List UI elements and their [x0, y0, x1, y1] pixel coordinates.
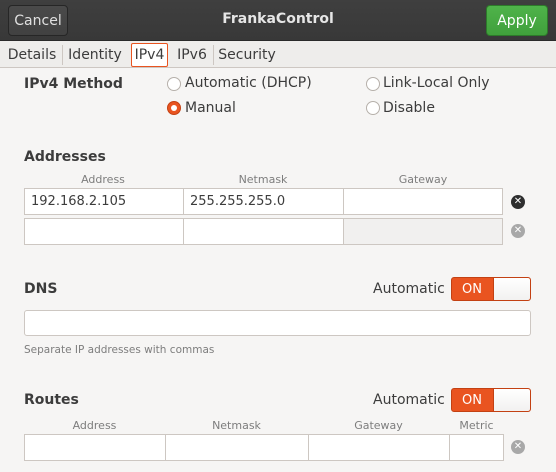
route-address-input[interactable] — [24, 434, 166, 461]
dns-label: DNS — [24, 281, 58, 297]
radio-disable[interactable] — [366, 101, 380, 115]
addresses-col-address: Address — [81, 173, 125, 186]
netmask-input-row2[interactable] — [183, 218, 344, 245]
radio-automatic-dhcp-label[interactable]: Automatic (DHCP) — [185, 75, 312, 91]
radio-manual[interactable] — [167, 101, 181, 115]
tab-identity[interactable]: Identity — [64, 43, 126, 67]
address-input-row1[interactable]: 192.168.2.105 — [24, 188, 184, 215]
routes-label: Routes — [24, 392, 79, 408]
delete-route-row-icon[interactable]: ✕ — [511, 440, 525, 454]
dns-switch-knob — [493, 278, 530, 300]
gateway-input-row1[interactable] — [343, 188, 503, 215]
tab-bar: Details Identity IPv4 IPv6 Security — [0, 41, 556, 68]
routes-col-gateway: Gateway — [354, 419, 403, 432]
apply-button[interactable]: Apply — [486, 5, 548, 36]
addresses-col-gateway: Gateway — [398, 173, 448, 186]
addresses-label: Addresses — [24, 149, 106, 165]
routes-col-netmask: Netmask — [212, 419, 261, 432]
delete-address-row1-icon[interactable]: ✕ — [511, 195, 525, 209]
radio-automatic-dhcp[interactable] — [167, 77, 181, 91]
gateway-input-row2[interactable] — [343, 218, 503, 245]
route-metric-input[interactable] — [449, 434, 504, 461]
delete-address-row2-icon[interactable]: ✕ — [511, 224, 525, 238]
route-gateway-input[interactable] — [308, 434, 450, 461]
routes-switch-knob — [493, 389, 530, 411]
tab-details[interactable]: Details — [4, 43, 60, 67]
radio-link-local-only[interactable] — [366, 77, 380, 91]
window-title: FrankaControl — [222, 11, 334, 27]
tab-separator — [62, 45, 63, 65]
dns-switch-on-text: ON — [462, 282, 482, 297]
routes-switch-on-text: ON — [462, 393, 482, 408]
tab-separator — [213, 45, 214, 65]
addresses-col-netmask: Netmask — [238, 173, 288, 186]
routes-col-address: Address — [72, 419, 117, 432]
header-bar: Cancel FrankaControl Apply — [0, 0, 556, 41]
dns-automatic-label: Automatic — [373, 281, 445, 297]
address-input-row2[interactable] — [24, 218, 184, 245]
routes-automatic-label: Automatic — [373, 392, 445, 408]
routes-col-metric: Metric — [459, 419, 494, 432]
netmask-input-row1[interactable]: 255.255.255.0 — [183, 188, 344, 215]
tab-security[interactable]: Security — [216, 43, 278, 67]
route-netmask-input[interactable] — [165, 434, 309, 461]
radio-link-local-only-label[interactable]: Link-Local Only — [383, 75, 490, 91]
radio-disable-label[interactable]: Disable — [383, 100, 435, 116]
tab-ipv6[interactable]: IPv6 — [173, 43, 211, 67]
tab-ipv4[interactable]: IPv4 — [131, 43, 168, 67]
ipv4-settings-panel: IPv4 Method Automatic (DHCP) Link-Local … — [0, 69, 556, 472]
dns-hint: Separate IP addresses with commas — [24, 344, 215, 356]
ipv4-method-label: IPv4 Method — [24, 76, 123, 92]
radio-manual-label[interactable]: Manual — [185, 100, 236, 116]
routes-automatic-switch[interactable]: ON — [451, 388, 531, 412]
dns-automatic-switch[interactable]: ON — [451, 277, 531, 301]
dns-servers-input[interactable] — [24, 310, 531, 336]
